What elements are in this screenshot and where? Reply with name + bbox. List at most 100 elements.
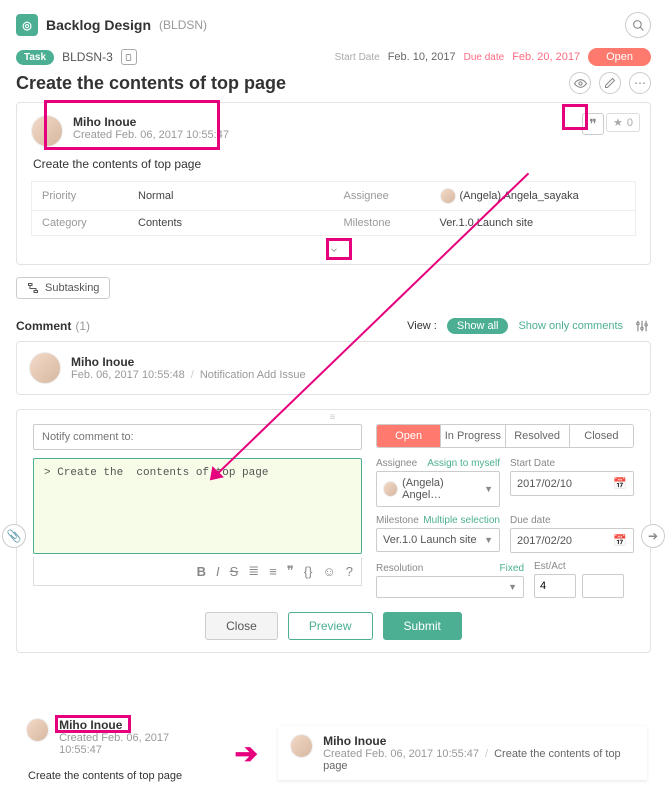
forward-button[interactable]: ➔	[641, 524, 665, 548]
subtasking-label: Subtasking	[45, 282, 99, 294]
attach-button[interactable]: 📎	[2, 524, 26, 548]
project-name: Backlog Design	[46, 17, 151, 33]
project-key: (BLDSN)	[159, 18, 207, 32]
issue-key: BLDSN-3	[62, 50, 113, 64]
after-card: Miho Inoue Created Feb. 06, 2017 10:55:4…	[278, 726, 647, 780]
status-tab-closed[interactable]: Closed	[569, 425, 633, 447]
before-desc: Create the contents of top page	[28, 770, 209, 782]
more-button[interactable]: ⋯	[629, 72, 651, 94]
clipboard-icon	[124, 53, 133, 62]
fixed-link[interactable]: Fixed	[500, 563, 524, 574]
quote-button[interactable]: ❞	[582, 113, 604, 135]
resolution-select[interactable]: ▼	[376, 576, 524, 598]
comments-header: Comment (1) View : Show all Show only co…	[16, 317, 651, 335]
before-created: Created Feb. 06, 2017 10:55:47	[59, 732, 208, 756]
subtasking-button[interactable]: Subtasking	[16, 277, 110, 299]
due-date-value: Feb. 20, 2017	[512, 51, 580, 63]
editor-panel: ≡ B I S ≣ ≡ ❞ {} ☺ ? Open	[16, 409, 651, 653]
ul-button[interactable]: ≣	[248, 563, 259, 579]
field-assignee-label: Assignee	[376, 458, 417, 469]
assignee-select[interactable]: (Angela) Angel…▼	[376, 471, 500, 507]
startdate-input[interactable]: 2017/02/10📅	[510, 471, 634, 496]
drag-handle-icon[interactable]: ≡	[330, 412, 338, 423]
field-duedate-label: Due date	[510, 515, 551, 526]
author-name: Miho Inoue	[73, 115, 229, 129]
bold-button[interactable]: B	[197, 564, 206, 579]
status-tab-inprogress[interactable]: In Progress	[440, 425, 504, 447]
preview-button[interactable]: Preview	[288, 612, 373, 640]
paperclip-icon: 📎	[7, 529, 22, 543]
milestone-label: Milestone	[344, 217, 434, 229]
after-meta: Created Feb. 06, 2017 10:55:47/Create th…	[323, 748, 635, 772]
comment-author: Miho Inoue	[71, 355, 306, 369]
comparison-row: Miho Inoue Created Feb. 06, 2017 10:55:4…	[0, 697, 667, 808]
comment-avatar	[29, 352, 61, 384]
priority-value: Normal	[138, 190, 173, 202]
app-logo: ◎	[16, 14, 38, 36]
field-estact-label: Est/Act	[534, 561, 566, 572]
act-input[interactable]	[582, 574, 624, 598]
close-button[interactable]: Close	[205, 612, 278, 640]
avatar	[290, 734, 313, 758]
milestone-select[interactable]: Ver.1.0 Launch site▼	[376, 528, 500, 552]
italic-button[interactable]: I	[216, 564, 220, 579]
est-input[interactable]	[534, 574, 576, 598]
priority-label: Priority	[42, 190, 132, 202]
title-row: Create the contents of top page ⋯	[16, 72, 651, 94]
duedate-input[interactable]: 2017/02/20📅	[510, 528, 634, 553]
search-button[interactable]	[625, 12, 651, 38]
show-only-comments-link[interactable]: Show only comments	[518, 320, 623, 332]
field-milestone-label: Milestone	[376, 515, 419, 526]
dots-icon: ⋯	[634, 76, 646, 90]
page: ◎ Backlog Design (BLDSN) Task BLDSN-3 St…	[0, 0, 667, 673]
status-tab-open[interactable]: Open	[377, 425, 440, 447]
show-all-button[interactable]: Show all	[447, 318, 509, 334]
copy-key-button[interactable]	[121, 49, 137, 65]
before-card: Miho Inoue Created Feb. 06, 2017 10:55:4…	[20, 712, 215, 794]
due-date-label: Due date	[464, 52, 505, 63]
multiple-selection-link[interactable]: Multiple selection	[423, 515, 500, 526]
comment-item[interactable]: Miho Inoue Feb. 06, 2017 10:55:48/Notifi…	[16, 341, 651, 395]
star-count: 0	[627, 117, 633, 129]
emoji-button[interactable]: ☺	[322, 564, 335, 579]
watch-button[interactable]	[569, 72, 591, 94]
chevron-down-icon	[327, 245, 341, 255]
properties-table: PriorityNormal Assignee(Angela) Angela_s…	[31, 181, 636, 236]
chevron-down-icon: ▼	[508, 582, 517, 592]
issue-description: Create the contents of top page	[33, 157, 636, 171]
comment-meta: Feb. 06, 2017 10:55:48/Notification Add …	[71, 369, 306, 381]
start-date-value: Feb. 10, 2017	[388, 51, 456, 63]
edit-button[interactable]	[599, 72, 621, 94]
issue-card: ❞ ★0 Miho Inoue Created Feb. 06, 2017 10…	[16, 102, 651, 265]
arrow-right-icon: ➔	[648, 529, 658, 543]
assignee-avatar	[440, 188, 456, 204]
search-icon	[632, 19, 645, 32]
quote-tool-button[interactable]: ❞	[287, 563, 294, 579]
expand-button[interactable]	[324, 242, 344, 258]
notify-input[interactable]	[33, 424, 362, 450]
ol-button[interactable]: ≡	[269, 564, 277, 579]
chevron-down-icon: ▼	[484, 535, 493, 545]
start-date-label: Start Date	[335, 52, 380, 63]
star-button[interactable]: ★0	[606, 113, 640, 132]
status-tabs: Open In Progress Resolved Closed	[376, 424, 634, 448]
issue-meta-bar: Task BLDSN-3 Start Date Feb. 10, 2017 Du…	[16, 48, 651, 66]
status-tab-resolved[interactable]: Resolved	[505, 425, 569, 447]
before-name: Miho Inoue	[59, 718, 208, 732]
comment-settings-button[interactable]	[633, 317, 651, 335]
status-pill: Open	[588, 48, 651, 66]
sliders-icon	[635, 319, 649, 333]
code-button[interactable]: {}	[304, 564, 313, 579]
strike-button[interactable]: S	[230, 564, 239, 579]
help-button[interactable]: ?	[346, 564, 353, 579]
avatar	[26, 718, 49, 742]
transition-arrow-icon: ➔	[235, 737, 258, 770]
submit-button[interactable]: Submit	[383, 612, 462, 640]
issue-title: Create the contents of top page	[16, 73, 561, 94]
assign-myself-link[interactable]: Assign to myself	[427, 458, 500, 469]
calendar-icon: 📅	[613, 534, 627, 547]
view-label: View :	[407, 320, 437, 332]
calendar-icon: 📅	[613, 477, 627, 490]
comment-textarea[interactable]	[33, 458, 362, 554]
quote-icon: ❞	[589, 116, 597, 133]
